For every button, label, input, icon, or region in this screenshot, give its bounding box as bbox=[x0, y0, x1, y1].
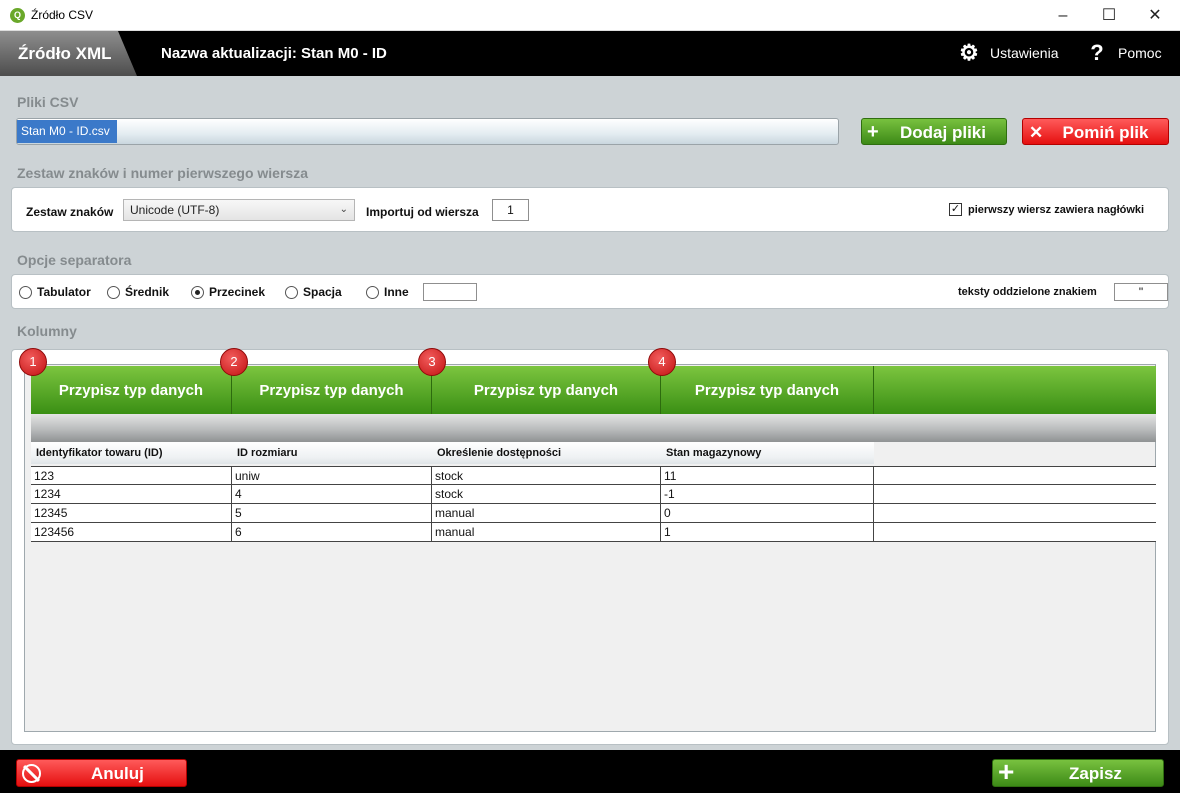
charset-value: Unicode (UTF-8) bbox=[130, 203, 220, 217]
radio-label-tab: Tabulator bbox=[37, 285, 91, 299]
ban-icon bbox=[22, 764, 41, 783]
column-divider-bar bbox=[31, 414, 1156, 442]
skip-file-label: Pomiń plik bbox=[1062, 123, 1149, 142]
column-header-4[interactable]: Stan magazynowy bbox=[661, 442, 874, 464]
minimize-icon: – bbox=[1058, 7, 1068, 24]
header-row-label: pierwszy wiersz zawiera nagłówki bbox=[968, 204, 1145, 216]
radio-space[interactable] bbox=[285, 286, 298, 299]
assign-type-button-2[interactable]: Przypisz typ danych bbox=[232, 366, 432, 414]
table-cell: 11 bbox=[661, 467, 874, 485]
minimize-button[interactable]: – bbox=[1040, 0, 1086, 31]
section-label-csv-files: Pliki CSV bbox=[17, 94, 79, 110]
radio-label-comma: Przecinek bbox=[209, 285, 266, 299]
section-label-charset: Zestaw znaków i numer pierwszego wiersza bbox=[17, 165, 308, 181]
cancel-button[interactable]: Anuluj bbox=[16, 759, 187, 787]
column-badge-3: 3 bbox=[418, 348, 446, 376]
radio-comma[interactable] bbox=[191, 286, 204, 299]
file-item[interactable]: Stan M0 - ID.csv bbox=[17, 120, 117, 143]
table-cell: 5 bbox=[232, 504, 432, 522]
column-badge-4: 4 bbox=[648, 348, 676, 376]
table-cell: stock bbox=[432, 467, 661, 485]
help-link[interactable]: Pomoc bbox=[1118, 31, 1162, 76]
radio-tab[interactable] bbox=[19, 286, 32, 299]
add-files-label: Dodaj pliki bbox=[900, 123, 986, 142]
save-button[interactable]: + Zapisz bbox=[992, 756, 1164, 787]
charset-label: Zestaw znaków bbox=[26, 205, 114, 219]
cancel-label: Anuluj bbox=[91, 764, 144, 783]
table-cell: stock bbox=[432, 485, 661, 503]
update-name: Nazwa aktualizacji: Stan M0 - ID bbox=[161, 45, 387, 62]
table-cell: 12345 bbox=[31, 504, 232, 522]
table-row[interactable]: 123456 6 manual 1 bbox=[31, 523, 1156, 542]
radio-other[interactable] bbox=[366, 286, 379, 299]
table-cell: 6 bbox=[232, 523, 432, 541]
x-icon: ✕ bbox=[1029, 123, 1044, 142]
close-icon: ✕ bbox=[1148, 7, 1162, 24]
tab-xml-source[interactable]: Źródło XML bbox=[0, 31, 137, 76]
help-icon[interactable]: ? bbox=[1086, 42, 1108, 64]
table-row[interactable]: 123 uniw stock 11 bbox=[31, 466, 1156, 485]
radio-label-space: Spacja bbox=[303, 285, 342, 299]
window-title: Źródło CSV bbox=[31, 8, 94, 22]
column-header-3[interactable]: Określenie dostępności bbox=[432, 442, 661, 464]
other-separator-input[interactable] bbox=[423, 283, 477, 301]
plus-icon: + bbox=[998, 756, 1015, 787]
assign-type-button-3[interactable]: Przypisz typ danych bbox=[432, 366, 661, 414]
radio-label-semicolon: Średnik bbox=[125, 285, 170, 299]
table-cell: 123456 bbox=[31, 523, 232, 541]
radio-label-other: Inne bbox=[384, 285, 409, 299]
maximize-button[interactable]: ☐ bbox=[1086, 0, 1132, 31]
app-header: Źródło XML Nazwa aktualizacji: Stan M0 -… bbox=[0, 31, 1180, 76]
table-cell: 4 bbox=[232, 485, 432, 503]
table-row[interactable]: 12345 5 manual 0 bbox=[31, 504, 1156, 523]
add-files-button[interactable]: + Dodaj pliki bbox=[861, 118, 1007, 145]
table-row[interactable]: 1234 4 stock -1 bbox=[31, 485, 1156, 504]
skip-file-button[interactable]: ✕ Pomiń plik bbox=[1022, 118, 1169, 145]
column-header-1[interactable]: Identyfikator towaru (ID) bbox=[31, 442, 232, 464]
plus-icon: + bbox=[867, 121, 879, 143]
settings-link[interactable]: Ustawienia bbox=[990, 31, 1058, 76]
import-from-input[interactable]: 1 bbox=[492, 199, 529, 221]
radio-semicolon[interactable] bbox=[107, 286, 120, 299]
section-label-separator: Opcje separatora bbox=[17, 252, 132, 268]
column-badge-2: 2 bbox=[220, 348, 248, 376]
import-from-label: Importuj od wiersza bbox=[366, 205, 479, 219]
check-icon: ✓ bbox=[950, 203, 961, 215]
table-cell: 123 bbox=[31, 467, 232, 485]
close-window-button[interactable]: ✕ bbox=[1132, 0, 1178, 31]
table-cell: manual bbox=[432, 504, 661, 522]
header-row-checkbox[interactable]: ✓ bbox=[949, 203, 962, 216]
section-label-columns: Kolumny bbox=[17, 323, 77, 339]
maximize-icon: ☐ bbox=[1101, 7, 1117, 24]
assign-type-button-1[interactable]: Przypisz typ danych bbox=[31, 366, 232, 414]
window-titlebar: Q Źródło CSV – ☐ ✕ bbox=[0, 0, 1180, 31]
table-cell: -1 bbox=[661, 485, 874, 503]
app-logo-icon: Q bbox=[10, 8, 25, 23]
gear-icon[interactable]: ⚙ bbox=[958, 42, 980, 64]
column-badge-1: 1 bbox=[19, 348, 47, 376]
text-qualifier-input[interactable]: " bbox=[1114, 283, 1168, 301]
table-cell: uniw bbox=[232, 467, 432, 485]
file-list[interactable]: Stan M0 - ID.csv bbox=[16, 118, 839, 145]
table-cell: 1 bbox=[661, 523, 874, 541]
assign-type-button-4[interactable]: Przypisz typ danych bbox=[661, 366, 874, 414]
charset-select[interactable]: Unicode (UTF-8) ⌄ bbox=[123, 199, 355, 221]
save-label: Zapisz bbox=[1069, 764, 1122, 783]
table-cell: 1234 bbox=[31, 485, 232, 503]
chevron-down-icon: ⌄ bbox=[339, 204, 348, 215]
column-header-2[interactable]: ID rozmiaru bbox=[232, 442, 432, 464]
table-cell: manual bbox=[432, 523, 661, 541]
text-qualifier-label: teksty oddzielone znakiem bbox=[958, 286, 1097, 298]
table-cell: 0 bbox=[661, 504, 874, 522]
